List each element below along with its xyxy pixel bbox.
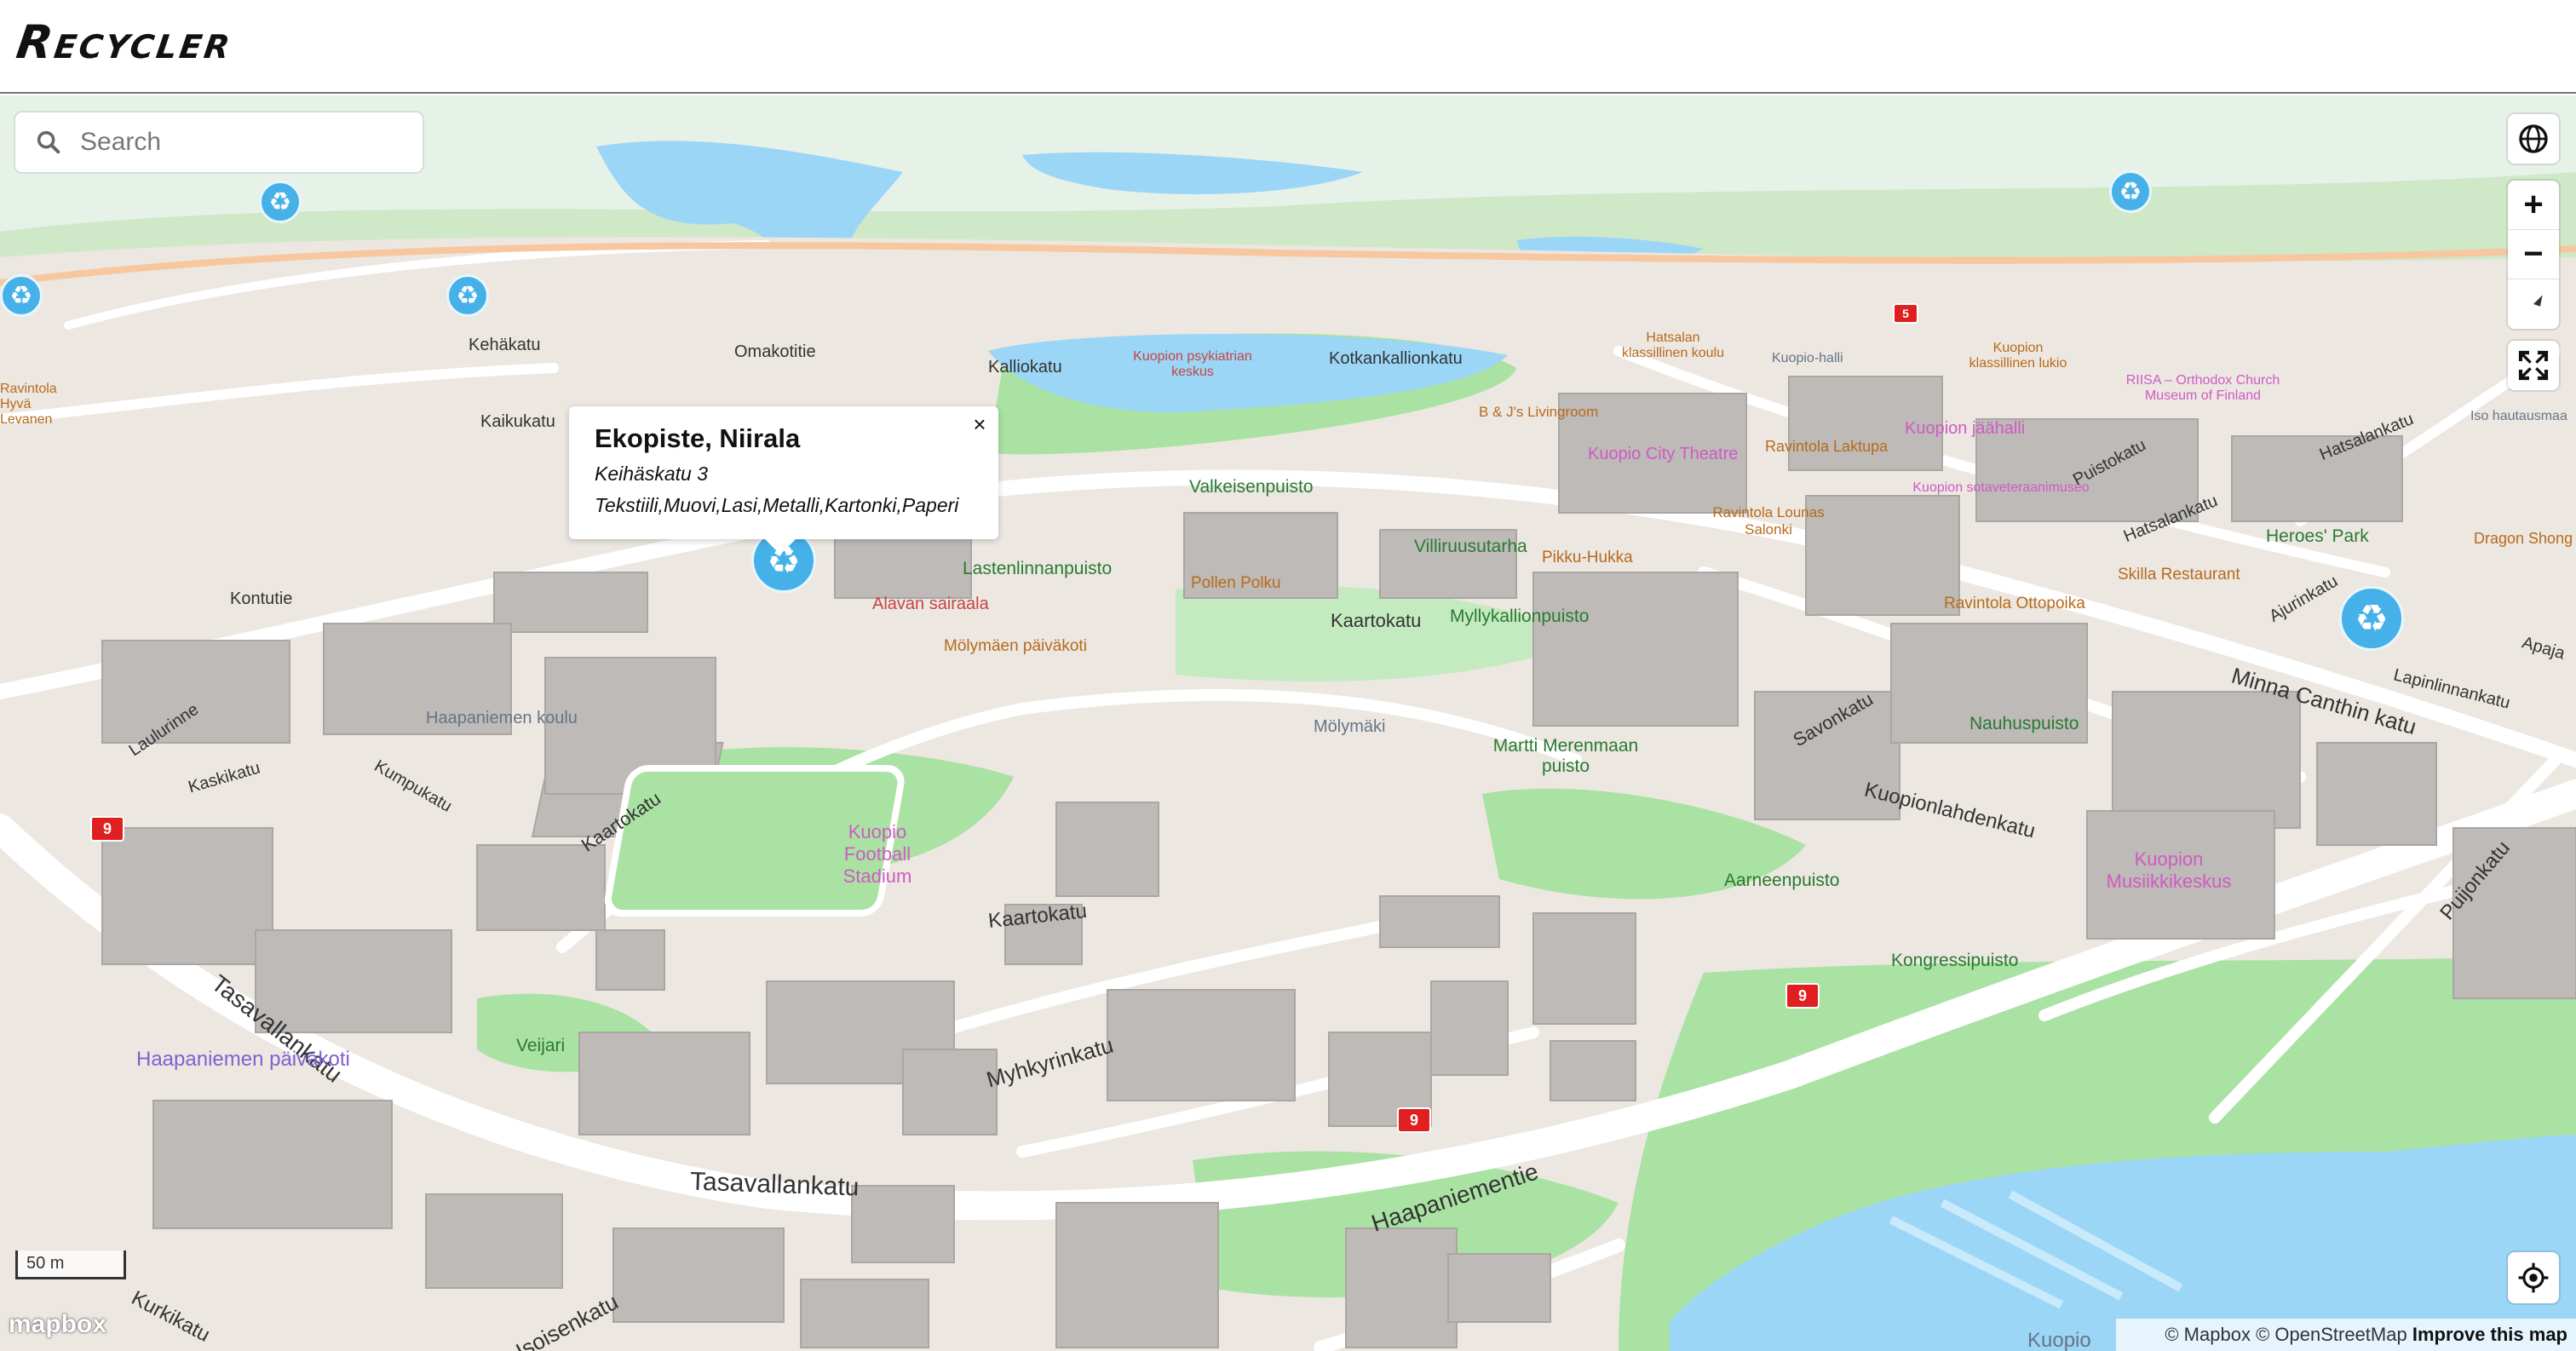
- road-label: Kehäkatu: [469, 336, 541, 354]
- route-shield: 5: [1893, 303, 1918, 324]
- poi-label: Kuopion psykiatrian keskus: [1133, 349, 1252, 379]
- poi-label: Haapaniemen koulu: [426, 709, 578, 727]
- park-label: Nauhuspuisto: [1969, 714, 2079, 733]
- poi-label: Kuopion sotaveteraanimuseo: [1912, 480, 2090, 495]
- attribution-mapbox-link[interactable]: © Mapbox: [2165, 1324, 2251, 1345]
- poi-label: Skilla Restaurant: [2118, 566, 2240, 584]
- app-title: Recycler: [13, 15, 237, 69]
- search-icon: [37, 130, 60, 154]
- road-label: Kontutie: [230, 589, 293, 608]
- poi-label: Mölymäki: [1314, 717, 1386, 736]
- map-canvas[interactable]: Kehäkatu Omakotitie Kalliokatu Kotkankal…: [0, 95, 2576, 1351]
- fullscreen-button[interactable]: [2508, 341, 2559, 390]
- poi-label: RIISA – Orthodox Church Museum of Finlan…: [2125, 373, 2280, 403]
- zoom-in-button[interactable]: +: [2508, 181, 2559, 230]
- park-label: Myllykallionpuisto: [1450, 607, 1590, 626]
- map-scale: 50 m: [15, 1250, 126, 1279]
- poi-label: Dragon Shong: [2474, 530, 2573, 547]
- poi-label: Ravintola Lounas Salonki: [1712, 504, 1825, 538]
- park-label: Heroes' Park: [2266, 526, 2369, 546]
- poi-label: Kuopion jäähalli: [1905, 419, 2026, 438]
- poi-label: Iso hautausmaa: [2470, 409, 2567, 423]
- poi-label: B & J's Livingroom: [1479, 404, 1599, 420]
- park-label: Veijari: [516, 1036, 566, 1055]
- route-shield: 9: [1397, 1107, 1431, 1133]
- route-shield: 9: [90, 816, 124, 842]
- search-input[interactable]: [78, 127, 405, 158]
- park-label: Kongressipuisto: [1891, 951, 2019, 970]
- compass-icon: [2527, 295, 2543, 311]
- marker-popup: Ekopiste, Niirala Keihäskatu 3 Tekstiili…: [569, 406, 998, 555]
- park-label: Martti Merenmaan puisto: [1492, 736, 1639, 776]
- poi-label: Hatsalan klassillinen koulu: [1621, 331, 1725, 360]
- road-label: Kotkankallionkatu: [1329, 349, 1463, 368]
- globe-button[interactable]: [2508, 114, 2559, 164]
- recycling-marker[interactable]: ♻: [446, 274, 489, 317]
- road-label: Omakotitie: [734, 342, 816, 361]
- attribution-osm-link[interactable]: © OpenStreetMap: [2256, 1324, 2407, 1345]
- compass-button[interactable]: [2508, 279, 2559, 329]
- park-label: Villiruusutarha: [1414, 537, 1527, 556]
- popup-address: Keihäskatu 3: [595, 463, 708, 485]
- park-label: Lastenlinnanpuisto: [963, 559, 1113, 578]
- map-base-layer: [0, 95, 2576, 1351]
- recycling-marker[interactable]: ♻: [2339, 586, 2404, 651]
- globe-icon: [2519, 124, 2548, 153]
- road-label: Kaikukatu: [480, 412, 555, 431]
- road-label: Kaartokatu: [1331, 610, 1422, 631]
- globe-control[interactable]: [2508, 114, 2559, 164]
- search-box[interactable]: [15, 112, 423, 172]
- road-label: Tasavallankatu: [689, 1167, 860, 1202]
- map-attribution: © Mapbox © OpenStreetMap Improve this ma…: [2116, 1319, 2576, 1351]
- popup-materials: Tekstiili,Muovi,Lasi,Metalli,Kartonki,Pa…: [595, 494, 959, 516]
- poi-label: Pikku-Hukka: [1542, 549, 1633, 566]
- poi-label: Ravintola Laktupa: [1765, 438, 1889, 455]
- popup-title: Ekopiste, Niirala: [595, 423, 801, 453]
- park-label: Aarneenpuisto: [1724, 871, 1840, 890]
- poi-label: Kuopio-halli: [1772, 351, 1843, 365]
- recycling-marker[interactable]: ♻: [2109, 170, 2152, 213]
- poi-label: Kuopio: [2027, 1329, 2091, 1351]
- fullscreen-icon: [2518, 350, 2549, 381]
- recycling-marker[interactable]: ♻: [0, 274, 43, 317]
- zoom-out-icon: −: [2523, 235, 2544, 273]
- poi-label: Ravintola Hyvä Levanen: [0, 382, 57, 427]
- improve-map-link[interactable]: Improve this map: [2412, 1324, 2567, 1345]
- fullscreen-control: [2508, 341, 2559, 390]
- recycling-marker[interactable]: ♻: [259, 181, 302, 223]
- geolocate-button[interactable]: [2508, 1252, 2559, 1303]
- poi-label: Alavan sairaala: [872, 595, 989, 613]
- zoom-controls: + −: [2508, 181, 2559, 329]
- road-label: Kalliokatu: [988, 358, 1062, 377]
- route-shield: 9: [1785, 983, 1820, 1009]
- zoom-out-button[interactable]: −: [2508, 230, 2559, 279]
- poi-label: Ravintola Ottopoika: [1944, 595, 2085, 612]
- poi-label: Kuopio Football Stadium: [842, 821, 912, 887]
- poi-label: Kuopion klassillinen lukio: [1969, 341, 2067, 371]
- poi-label: Kuopio City Theatre: [1588, 445, 1739, 463]
- mapbox-logo-text: mapbox: [9, 1310, 107, 1338]
- zoom-in-icon: +: [2523, 186, 2544, 223]
- geolocate-icon: [2518, 1262, 2549, 1293]
- poi-label: Mölymäen päiväkoti: [944, 637, 1087, 655]
- mapbox-logo[interactable]: mapbox: [9, 1310, 106, 1339]
- poi-label: Kuopion Musiikkikeskus: [2106, 848, 2232, 892]
- park-label: Valkeisenpuisto: [1189, 477, 1314, 497]
- popup-close-button[interactable]: ×: [969, 411, 990, 437]
- app-header: Recycler: [0, 0, 2576, 94]
- poi-label: Pollen Polku: [1191, 574, 1281, 592]
- poi-label: Haapaniemen päiväkoti: [136, 1048, 350, 1071]
